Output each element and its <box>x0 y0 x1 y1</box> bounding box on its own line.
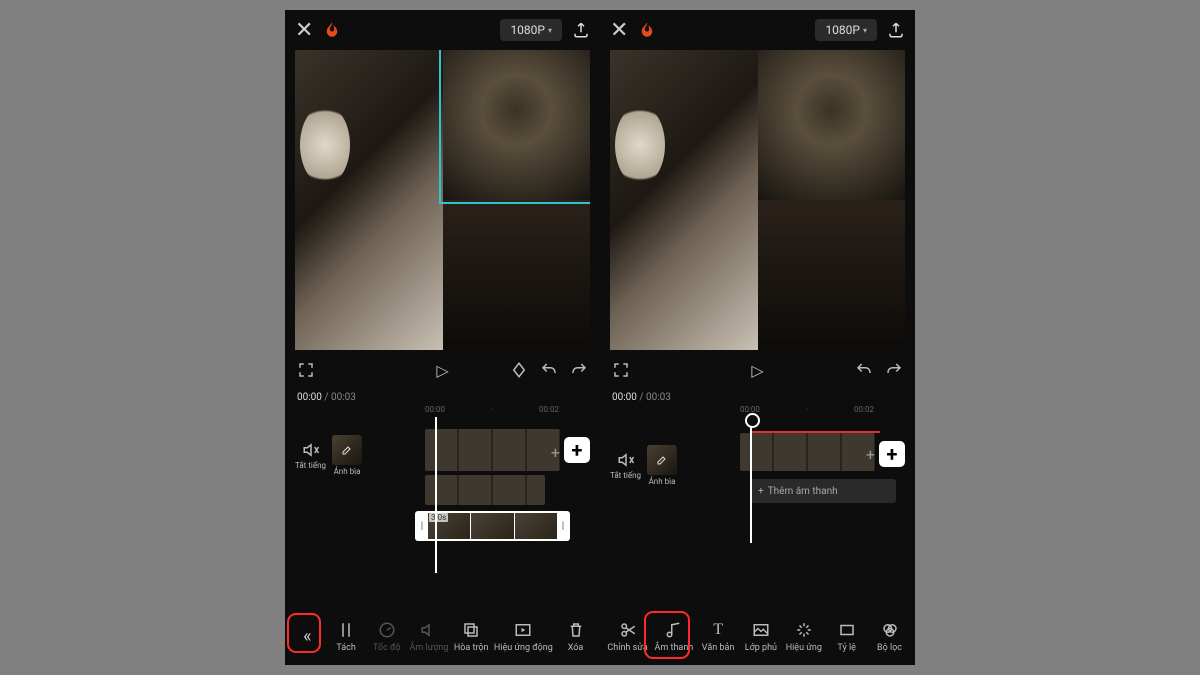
video-preview[interactable] <box>295 50 590 350</box>
clip-thumb <box>515 513 557 539</box>
redo-icon[interactable] <box>570 361 588 379</box>
tool-blend[interactable]: Hòa trộn <box>453 620 489 653</box>
preview-decoration <box>615 105 665 185</box>
clip-handle-right[interactable]: | <box>558 513 568 539</box>
export-icon[interactable] <box>887 21 905 39</box>
edit-icon <box>341 444 353 456</box>
text-icon: T <box>713 620 723 640</box>
close-icon[interactable]: ✕ <box>610 18 628 43</box>
add-clip-button[interactable]: + <box>564 437 590 463</box>
flame-icon[interactable] <box>638 21 656 39</box>
playhead[interactable] <box>750 417 752 543</box>
bottom-toolbar: « Tách Tốc độ Âm lượng Hòa trộn Hiệu ứng… <box>285 607 600 665</box>
mute-button[interactable]: Tắt tiếng <box>295 441 326 470</box>
tool-edit[interactable]: Chỉnh sửa <box>607 620 647 653</box>
preview-tile <box>758 200 906 350</box>
tutorial-highlight <box>644 611 690 659</box>
sparkle-icon <box>795 620 813 640</box>
tool-ratio[interactable]: Tỷ lệ <box>829 620 865 653</box>
tool-split[interactable]: Tách <box>328 620 364 653</box>
volume-icon <box>420 620 438 640</box>
preview-tile <box>295 50 443 350</box>
total-time: 00:03 <box>646 392 671 403</box>
edit-icon <box>656 454 668 466</box>
fullscreen-icon[interactable] <box>297 361 315 379</box>
add-clip-icon[interactable]: + <box>551 443 560 462</box>
playhead-knob[interactable] <box>745 413 760 428</box>
fullscreen-icon[interactable] <box>612 361 630 379</box>
tutorial-highlight <box>287 613 321 653</box>
tool-volume[interactable]: Âm lượng <box>410 620 449 653</box>
ratio-icon <box>838 620 856 640</box>
cover-button[interactable]: Ảnh bìa <box>647 445 677 486</box>
filter-icon <box>881 620 899 640</box>
resolution-selector[interactable]: 1080P <box>500 19 562 41</box>
undo-icon[interactable] <box>540 361 558 379</box>
speed-icon <box>378 620 396 640</box>
clip-overlay-track[interactable] <box>425 475 545 505</box>
cover-button[interactable]: Ảnh bìa <box>332 435 362 476</box>
tool-animation[interactable]: Hiệu ứng động <box>494 620 553 653</box>
timeline-ruler: 00:00 · 00:02 <box>285 405 600 417</box>
add-audio-button[interactable]: + Thêm âm thanh <box>750 479 896 503</box>
timeline[interactable]: Tắt tiếng Ảnh bìa + Thêm âm thanh + + <box>600 417 915 573</box>
clip-duration-label: 3.0s <box>429 513 448 522</box>
tool-delete[interactable]: Xóa <box>558 620 594 653</box>
mute-button[interactable]: Tắt tiếng <box>610 451 641 480</box>
clip-main-track[interactable] <box>740 433 875 471</box>
flame-icon[interactable] <box>323 21 341 39</box>
keyframe-icon[interactable] <box>510 361 528 379</box>
trash-icon <box>567 620 585 640</box>
tool-effects[interactable]: Hiệu ứng <box>786 620 822 653</box>
add-clip-icon[interactable]: + <box>866 445 875 464</box>
playhead[interactable] <box>435 417 437 573</box>
phone-screen-left: ✕ 1080P ▷ 00:00 / 00:03 00:00 · 00:02 <box>285 10 600 665</box>
top-bar: ✕ 1080P <box>600 10 915 50</box>
clip-thumb <box>471 513 513 539</box>
play-icon[interactable]: ▷ <box>436 361 448 380</box>
scissors-icon <box>619 620 637 640</box>
top-bar: ✕ 1080P <box>285 10 600 50</box>
clip-selected[interactable]: | 3.0s | <box>415 511 570 541</box>
overlay-icon <box>752 620 770 640</box>
cover-thumb <box>332 435 362 465</box>
time-display: 00:00 / 00:03 <box>600 390 915 405</box>
play-icon[interactable]: ▷ <box>751 361 763 380</box>
timeline[interactable]: Tắt tiếng Ảnh bìa | 3.0s | + + <box>285 417 600 573</box>
total-time: 00:03 <box>331 392 356 403</box>
redo-icon[interactable] <box>885 361 903 379</box>
animation-icon <box>514 620 532 640</box>
plus-icon: + <box>758 486 764 497</box>
selected-overlay-frame[interactable] <box>439 50 590 204</box>
export-icon[interactable] <box>572 21 590 39</box>
tool-text[interactable]: T Văn bản <box>700 620 736 653</box>
blend-icon <box>462 620 480 640</box>
tool-speed[interactable]: Tốc độ <box>369 620 405 653</box>
cover-thumb <box>647 445 677 475</box>
video-preview[interactable] <box>610 50 905 350</box>
resolution-selector[interactable]: 1080P <box>815 19 877 41</box>
preview-tile <box>758 50 906 200</box>
clip-main-track[interactable] <box>425 429 560 471</box>
tool-overlay[interactable]: Lớp phủ <box>743 620 779 653</box>
mute-icon <box>302 441 320 459</box>
undo-icon[interactable] <box>855 361 873 379</box>
phone-screen-right: ✕ 1080P ▷ 00:00 / 00:03 00:00 · 00:02 <box>600 10 915 665</box>
split-icon <box>337 620 355 640</box>
preview-controls: ▷ <box>600 350 915 390</box>
time-display: 00:00 / 00:03 <box>285 390 600 405</box>
clip-handle-left[interactable]: | <box>417 513 427 539</box>
current-time: 00:00 <box>612 392 637 403</box>
add-clip-button[interactable]: + <box>879 441 905 467</box>
close-icon[interactable]: ✕ <box>295 18 313 43</box>
preview-decoration <box>300 105 350 185</box>
mute-icon <box>617 451 635 469</box>
preview-controls: ▷ <box>285 350 600 390</box>
tool-filter[interactable]: Bộ lọc <box>872 620 908 653</box>
current-time: 00:00 <box>297 392 322 403</box>
preview-tile <box>610 50 758 350</box>
preview-tile <box>443 200 591 350</box>
